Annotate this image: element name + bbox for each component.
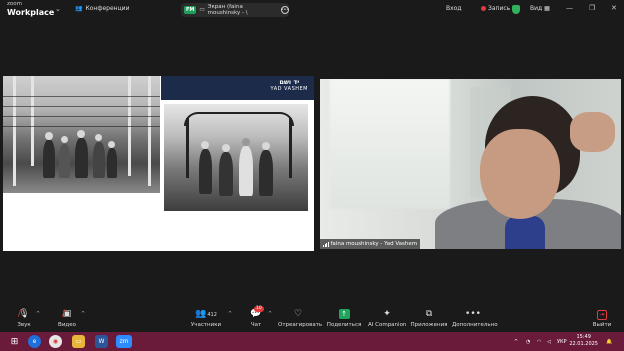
screen-icon: ▭ [199, 7, 205, 13]
sharer-initials-badge: FM [184, 6, 197, 14]
network-icon[interactable]: ◔ [526, 339, 530, 345]
participant-name-tag: faina moushinsky - Yad Vashem [320, 239, 421, 249]
meeting-toolbar: 🎙 / Звук ^ ▣ / Видео ^ 👥412 Участники ^ 💬 1… [0, 305, 624, 332]
people-icon: 👥 [75, 5, 83, 12]
shield-icon [512, 5, 520, 14]
more-options-icon[interactable]: ••• [281, 6, 289, 14]
top-bar: zoom Workplace ⌄ 👥 Конференции FM ▭ Экра… [0, 0, 624, 20]
conferences-label: Конференции [85, 5, 130, 12]
chevron-down-icon[interactable]: ⌄ [55, 5, 61, 13]
archival-photo-camp-gate [164, 104, 308, 211]
more-dots-icon: ••• [465, 309, 481, 319]
leave-icon: ⇥ [590, 308, 614, 320]
archival-photo-camp-fence [3, 76, 160, 193]
security-button[interactable] [512, 5, 520, 14]
brand-top: zoom [7, 1, 22, 7]
apps-button[interactable]: ⧉ Приложения [410, 308, 448, 328]
chat-label: Чат [250, 322, 262, 328]
leave-label: Выйти [592, 322, 612, 328]
react-label: Отреагировать [278, 322, 323, 328]
wifi-icon[interactable]: ◠ [537, 339, 541, 345]
restore-icon[interactable]: ❐ [589, 4, 595, 12]
shared-screen: יד ושם YAD VASHEM [3, 76, 314, 251]
clock-date: 22.01.2025 [569, 341, 598, 347]
share-label: Поделиться [326, 322, 362, 328]
tray-expand-icon[interactable]: ^ [514, 339, 518, 345]
audio-options-chevron-icon[interactable]: ^ [36, 311, 40, 317]
more-button[interactable]: ••• Дополнительно [452, 308, 498, 328]
participant-name: faina moushinsky - Yad Vashem [330, 241, 418, 247]
grid-icon: ▦ [544, 5, 550, 12]
sign-in-label: Вход [446, 5, 462, 12]
notifications-icon[interactable]: 🔔 [606, 339, 612, 345]
system-clock[interactable]: 15:49 22.01.2025 [569, 334, 598, 348]
ai-companion-label: AI Companion [368, 322, 407, 328]
participants-count: 412 [207, 312, 217, 318]
video-label: Видео [58, 322, 76, 328]
participants-button[interactable]: 👥412 Участники [188, 308, 224, 328]
zoom-app-icon[interactable]: zm [116, 335, 132, 348]
video-options-chevron-icon[interactable]: ^ [81, 311, 85, 317]
participant-video[interactable]: faina moushinsky - Yad Vashem [320, 79, 621, 249]
participants-options-chevron-icon[interactable]: ^ [228, 311, 232, 317]
apps-icon: ⧉ [425, 309, 433, 319]
chrome-browser-icon[interactable]: ◉ [49, 335, 62, 348]
word-icon[interactable]: W [95, 335, 108, 348]
zoom-logo: zoom Workplace [7, 1, 55, 17]
microphone-muted-icon: 🎙 / [18, 309, 30, 319]
gate-arch [184, 112, 294, 126]
minimize-icon[interactable]: — [566, 4, 573, 12]
windows-taskbar: ⊞ e ◉ ▭ W zm ^ ◔ ◠ ◁ УКР 15:49 22.01.202… [0, 332, 624, 351]
share-screen-icon: ↑ [326, 308, 362, 320]
language-indicator[interactable]: УКР [557, 339, 567, 345]
windows-start-icon[interactable]: ⊞ [8, 335, 21, 348]
view-label: Вид [530, 5, 543, 12]
record-label: Запись [488, 5, 511, 12]
clock-time: 15:49 [576, 334, 591, 340]
participants-icon: 👥412 [195, 309, 217, 319]
video-button[interactable]: ▣ / Видео [56, 308, 78, 328]
system-tray: ^ [514, 332, 518, 351]
signal-icon [323, 241, 329, 247]
camera-off-icon: ▣ / [62, 309, 72, 319]
sparkle-icon: ✦ [383, 309, 391, 319]
screen-share-indicator[interactable]: FM ▭ Экран (faina moushinsky - \ ••• [181, 3, 289, 17]
conferences-button[interactable]: 👥 Конференции [75, 5, 129, 12]
logo-hebrew: יד ושם [279, 78, 300, 86]
react-button[interactable]: ♡ Отреагировать [278, 308, 323, 328]
yad-vashem-header: יד ושם YAD VASHEM [161, 76, 314, 100]
photo-figures [39, 118, 119, 188]
chat-unread-badge: 10 [254, 306, 264, 312]
view-button[interactable]: Вид ▦ [530, 5, 550, 12]
sign-in-button[interactable]: Вход [446, 5, 462, 12]
heart-icon: ♡ [293, 309, 303, 319]
recording-indicator[interactable]: Запись [481, 5, 510, 12]
share-screen-button[interactable]: ↑ Поделиться [326, 308, 362, 328]
volume-icon[interactable]: ◁ [547, 339, 551, 345]
apps-label: Приложения [410, 322, 448, 328]
chat-button[interactable]: 💬 10 Чат [246, 306, 266, 328]
leave-button[interactable]: ⇥ Выйти [590, 308, 614, 328]
logo-latin: YAD VASHEM [270, 85, 308, 92]
yad-vashem-logo: יד ושם YAD VASHEM [271, 79, 308, 92]
audio-label: Звук [17, 322, 31, 328]
yad-vashem-slide: יד ושם YAD VASHEM [161, 76, 314, 214]
ai-companion-button[interactable]: ✦ AI Companion [368, 308, 406, 328]
audio-button[interactable]: 🎙 / Звук [14, 308, 34, 328]
screen-share-label: Экран (faina moushinsky - \ [207, 4, 248, 16]
chat-options-chevron-icon[interactable]: ^ [268, 311, 272, 317]
brand-name: Workplace [7, 7, 55, 17]
chat-icon: 💬 10 [250, 306, 264, 319]
close-icon[interactable]: ✕ [611, 4, 617, 12]
record-dot-icon [481, 6, 486, 11]
participants-label: Участники [190, 322, 222, 328]
edge-browser-icon[interactable]: e [28, 335, 41, 348]
more-label: Дополнительно [452, 322, 498, 328]
file-explorer-icon[interactable]: ▭ [72, 335, 85, 348]
